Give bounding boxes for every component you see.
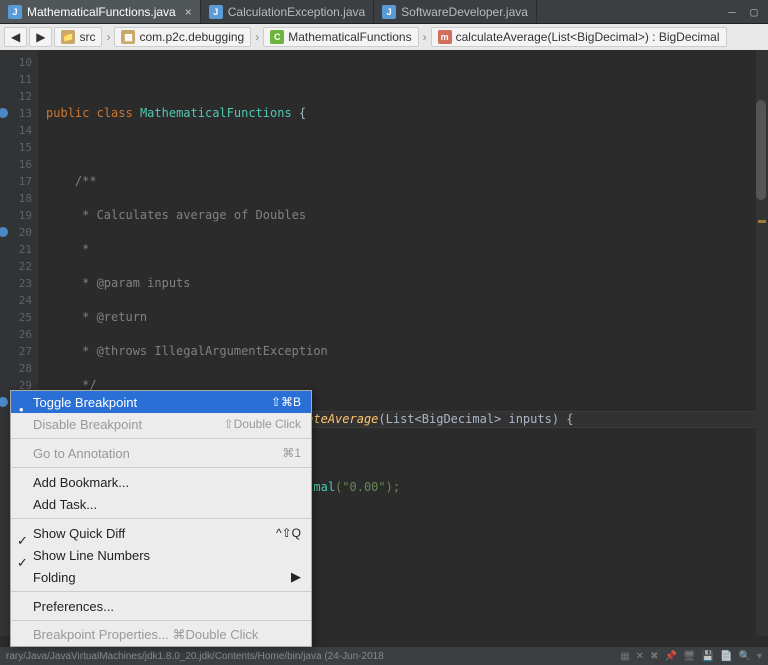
breadcrumb-src[interactable]: 📁 src xyxy=(54,27,102,47)
clear-icon[interactable]: ✖ xyxy=(650,651,658,662)
status-path: rary/Java/JavaVirtualMachines/jdk1.8.0_2… xyxy=(6,651,612,662)
tab-softwaredev[interactable]: J SoftwareDeveloper.java xyxy=(374,0,537,23)
window-controls: – ▢ xyxy=(724,5,768,19)
search-icon[interactable]: 🔍 xyxy=(739,651,751,662)
menu-add-bookmark[interactable]: Add Bookmark... xyxy=(11,471,311,493)
status-bar: rary/Java/JavaVirtualMachines/jdk1.8.0_2… xyxy=(0,647,768,665)
class-icon: C xyxy=(270,30,284,44)
menu-folding[interactable]: Folding ▶ xyxy=(11,566,311,588)
menu-separator xyxy=(11,518,311,519)
editor-tabs: J MathematicalFunctions.java × J Calcula… xyxy=(0,0,768,24)
method-icon: m xyxy=(438,30,452,44)
minimize-icon[interactable]: – xyxy=(724,5,740,19)
more-icon[interactable]: ▾ xyxy=(757,651,762,662)
close-icon[interactable]: × xyxy=(185,5,192,19)
tab-label: MathematicalFunctions.java xyxy=(27,5,176,19)
maximize-icon[interactable]: ▢ xyxy=(746,5,762,19)
chevron-right-icon: › xyxy=(423,30,427,44)
status-icons: ▦ ✕ ✖ 📌 🖥 💾 📄 🔍 ▾ xyxy=(620,651,762,662)
breadcrumb: ◀ ▶ 📁 src › ▦ com.p2c.debugging › C Math… xyxy=(0,24,768,50)
gutter-context-menu: Toggle Breakpoint ⇧⌘B Disable Breakpoint… xyxy=(10,390,312,647)
folder-icon: 📁 xyxy=(61,30,75,44)
breadcrumb-nav-fwd[interactable]: ▶ xyxy=(29,27,52,47)
breadcrumb-class[interactable]: C MathematicalFunctions xyxy=(263,27,418,47)
java-file-icon: J xyxy=(8,5,22,19)
menu-goto-annotation: Go to Annotation ⌘1 xyxy=(11,442,311,464)
vertical-scrollbar[interactable] xyxy=(756,100,766,200)
menu-breakpoint-properties: Breakpoint Properties... ⌘Double Click xyxy=(11,624,311,646)
arrow-left-icon: ◀ xyxy=(11,30,20,44)
java-file-icon: J xyxy=(209,5,223,19)
breadcrumb-method[interactable]: m calculateAverage(List<BigDecimal>) : B… xyxy=(431,27,727,47)
package-icon: ▦ xyxy=(121,30,135,44)
menu-add-task[interactable]: Add Task... xyxy=(11,493,311,515)
chevron-right-icon: ▶ xyxy=(291,569,301,585)
menu-separator xyxy=(11,438,311,439)
menu-separator xyxy=(11,620,311,621)
console-icon[interactable]: ▦ xyxy=(620,651,629,662)
java-file-icon: J xyxy=(382,5,396,19)
stop-icon[interactable]: ✕ xyxy=(636,651,644,662)
chevron-right-icon: › xyxy=(106,30,110,44)
menu-show-line-numbers[interactable]: Show Line Numbers xyxy=(11,544,311,566)
menu-disable-breakpoint: Disable Breakpoint ⇧Double Click xyxy=(11,413,311,435)
tab-label: SoftwareDeveloper.java xyxy=(401,5,528,19)
menu-separator xyxy=(11,467,311,468)
tab-calcexception[interactable]: J CalculationException.java xyxy=(201,0,374,23)
page-icon[interactable]: 📄 xyxy=(720,651,732,662)
breadcrumb-package[interactable]: ▦ com.p2c.debugging xyxy=(114,27,251,47)
pin-icon[interactable]: 📌 xyxy=(664,651,676,662)
menu-preferences[interactable]: Preferences... xyxy=(11,595,311,617)
monitor-icon[interactable]: 🖥 xyxy=(683,651,696,662)
tab-mathfunctions[interactable]: J MathematicalFunctions.java × xyxy=(0,0,201,23)
breadcrumb-nav-back[interactable]: ◀ xyxy=(4,27,27,47)
menu-separator xyxy=(11,591,311,592)
menu-toggle-breakpoint[interactable]: Toggle Breakpoint ⇧⌘B xyxy=(11,391,311,413)
save-icon[interactable]: 💾 xyxy=(702,651,714,662)
chevron-right-icon: › xyxy=(255,30,259,44)
menu-show-quick-diff[interactable]: Show Quick Diff ^⇧Q xyxy=(11,522,311,544)
arrow-right-icon: ▶ xyxy=(36,30,45,44)
tab-label: CalculationException.java xyxy=(228,5,365,19)
